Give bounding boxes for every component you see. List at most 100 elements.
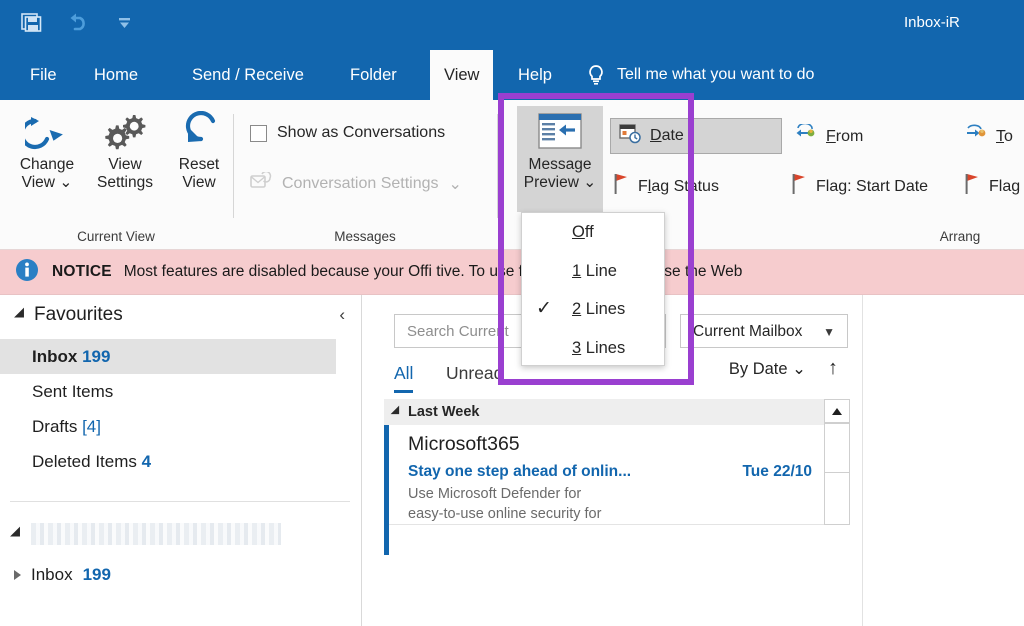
- sidebar-account-inbox-count: 199: [82, 565, 111, 584]
- scroll-up-button[interactable]: [824, 399, 850, 423]
- arrange-by-to-button[interactable]: To: [963, 124, 1013, 150]
- mailbox-scope-dropdown[interactable]: Current Mailbox ▼: [680, 314, 848, 348]
- change-view-button[interactable]: Change View ⌄: [4, 108, 90, 192]
- arrange-by-flag-start-date-label: Flag: Start Date: [816, 177, 929, 195]
- message-group-header-label: Last Week: [408, 404, 480, 420]
- menu-item-1-line[interactable]: 1 Line: [522, 252, 664, 291]
- chevron-down-icon[interactable]: ⌄: [583, 174, 596, 191]
- show-as-conversations-toggle[interactable]: Show as Conversations: [250, 124, 445, 142]
- sidebar-item-sent-items-label: Sent Items: [32, 382, 114, 401]
- message-preview-line2: easy-to-use online security for: [408, 505, 602, 522]
- arrange-by-from-label: From: [826, 128, 864, 145]
- chevron-down-icon[interactable]: ⌄: [792, 360, 806, 378]
- conversation-settings-button[interactable]: Conversation Settings ⌄: [250, 170, 462, 196]
- tell-me-search[interactable]: Tell me what you want to do: [586, 50, 814, 100]
- title-bar: Inbox-iR: [0, 0, 1024, 50]
- sort-by-dropdown[interactable]: By Date ⌄: [729, 359, 806, 379]
- undo-icon[interactable]: [66, 10, 90, 34]
- unread-indicator: [384, 525, 389, 555]
- menu-item-1-line-label: 1 Line: [572, 261, 617, 280]
- folder-sidebar: Favourites ‹ Inbox 199 Sent Items Drafts…: [0, 295, 362, 626]
- arrange-by-from-button[interactable]: From: [793, 122, 864, 150]
- message-preview-text: Use Microsoft Defender for easy-to-use o…: [408, 485, 601, 524]
- chevron-down-icon[interactable]: ⌄: [449, 174, 462, 194]
- sort-direction-toggle[interactable]: ↑: [828, 357, 838, 380]
- chevron-down-icon[interactable]: ▼: [823, 315, 835, 349]
- tab-file[interactable]: File: [16, 50, 71, 100]
- sidebar-item-deleted-items[interactable]: Deleted Items 4: [0, 444, 336, 479]
- arrange-by-flag-status-button[interactable]: Flag Status: [612, 172, 719, 201]
- list-item[interactable]: Microsoft365 Stay one step ahead of onli…: [384, 425, 832, 525]
- menu-item-off[interactable]: Off: [522, 213, 664, 252]
- arrange-by-to-label: To: [996, 128, 1013, 145]
- sidebar-item-inbox-label: Inbox: [32, 347, 78, 366]
- sidebar-item-drafts[interactable]: Drafts [4]: [0, 409, 336, 444]
- flag-icon: [612, 172, 630, 201]
- message-preview-button[interactable]: Message Preview ⌄: [517, 106, 603, 212]
- date-icon: [619, 123, 642, 149]
- arrange-by-flag-button[interactable]: Flag: [963, 172, 1020, 201]
- reading-pane-placeholder: [862, 295, 1024, 626]
- sidebar-item-drafts-label: Drafts: [32, 417, 78, 436]
- filter-tab-all[interactable]: All: [394, 357, 414, 393]
- reset-view-icon: [156, 108, 242, 154]
- favourites-header[interactable]: Favourites: [14, 304, 123, 326]
- view-settings-label-l2: Settings: [96, 174, 153, 192]
- sort-by-label: By Date: [728, 360, 788, 378]
- quick-access-toolbar: [20, 10, 136, 34]
- ribbon-group-messages: Show as Conversations Conversation Setti…: [234, 100, 496, 250]
- sidebar-item-deleted-items-label: Deleted Items: [32, 452, 137, 471]
- from-icon: [793, 122, 818, 150]
- list-item-partial[interactable]: [384, 525, 832, 555]
- menu-item-off-label: Off: [572, 223, 594, 241]
- sidebar-item-deleted-items-count: 4: [141, 452, 152, 471]
- arrange-by-flag-start-date-button[interactable]: Flag: Start Date: [790, 172, 928, 201]
- group-label-current-view: Current View: [77, 229, 155, 244]
- reset-view-button[interactable]: Reset View: [156, 108, 242, 192]
- show-as-conversations-label: Show as Conversations: [277, 124, 446, 141]
- arrange-by-date-button[interactable]: Date: [610, 118, 782, 154]
- notice-badge: NOTICE: [52, 263, 112, 280]
- sidebar-item-inbox-count: 199: [82, 347, 111, 366]
- tab-home[interactable]: Home: [80, 50, 152, 100]
- notice-bar: NOTICE Most features are disabled becaus…: [0, 250, 1024, 295]
- reset-view-label-l1: Reset: [178, 156, 220, 173]
- favourites-label: Favourites: [34, 304, 123, 325]
- change-view-icon: [4, 108, 90, 154]
- menu-item-3-lines[interactable]: 3 Lines: [522, 329, 664, 368]
- save-icon[interactable]: [20, 10, 44, 34]
- sidebar-item-drafts-count: [4]: [82, 417, 101, 436]
- redacted-account-name: [31, 523, 281, 545]
- account-name-redacted[interactable]: [10, 523, 281, 545]
- message-sender: Microsoft365: [408, 433, 520, 455]
- sidebar-item-inbox[interactable]: Inbox 199: [0, 339, 336, 374]
- tab-help[interactable]: Help: [504, 50, 566, 100]
- message-preview-label-l1: Message: [528, 156, 592, 173]
- group-label-arrangement: Arrang: [939, 229, 981, 244]
- menu-item-2-lines[interactable]: ✓ 2 Lines: [522, 290, 664, 329]
- ribbon-group-current-view: Change View ⌄ View Settings Reset View C…: [0, 100, 232, 250]
- sidebar-item-sent-items[interactable]: Sent Items: [0, 374, 336, 409]
- info-icon: [14, 257, 40, 288]
- group-label-messages: Messages: [334, 229, 396, 244]
- filter-tab-unread[interactable]: Unread: [446, 357, 503, 393]
- arrange-by-flag-status-label: Flag Status: [638, 177, 719, 195]
- tab-send-receive[interactable]: Send / Receive: [178, 50, 318, 100]
- tab-view[interactable]: View: [430, 50, 494, 100]
- scrollbar-thumb[interactable]: [824, 423, 850, 473]
- customize-qat-icon[interactable]: [112, 10, 136, 34]
- checkbox-icon[interactable]: [250, 124, 267, 142]
- sidebar-account-item-inbox[interactable]: Inbox 199: [14, 565, 111, 585]
- arrange-by-date-label: Date: [650, 127, 684, 144]
- to-icon: [963, 124, 988, 150]
- message-group-header[interactable]: Last Week: [384, 399, 832, 425]
- outlook-window: Inbox-iR File Home Send / Receive Folder…: [0, 0, 1024, 626]
- chevron-down-icon[interactable]: ⌄: [59, 174, 72, 191]
- view-settings-label-l1: View: [108, 156, 142, 173]
- ribbon-tab-strip: File Home Send / Receive Folder View Hel…: [0, 50, 1024, 100]
- unread-indicator: [384, 425, 389, 525]
- collapse-pane-icon[interactable]: ‹: [339, 305, 345, 325]
- change-view-label-l2: View: [21, 174, 55, 192]
- tab-folder[interactable]: Folder: [336, 50, 411, 100]
- tell-me-label: Tell me what you want to do: [617, 66, 815, 83]
